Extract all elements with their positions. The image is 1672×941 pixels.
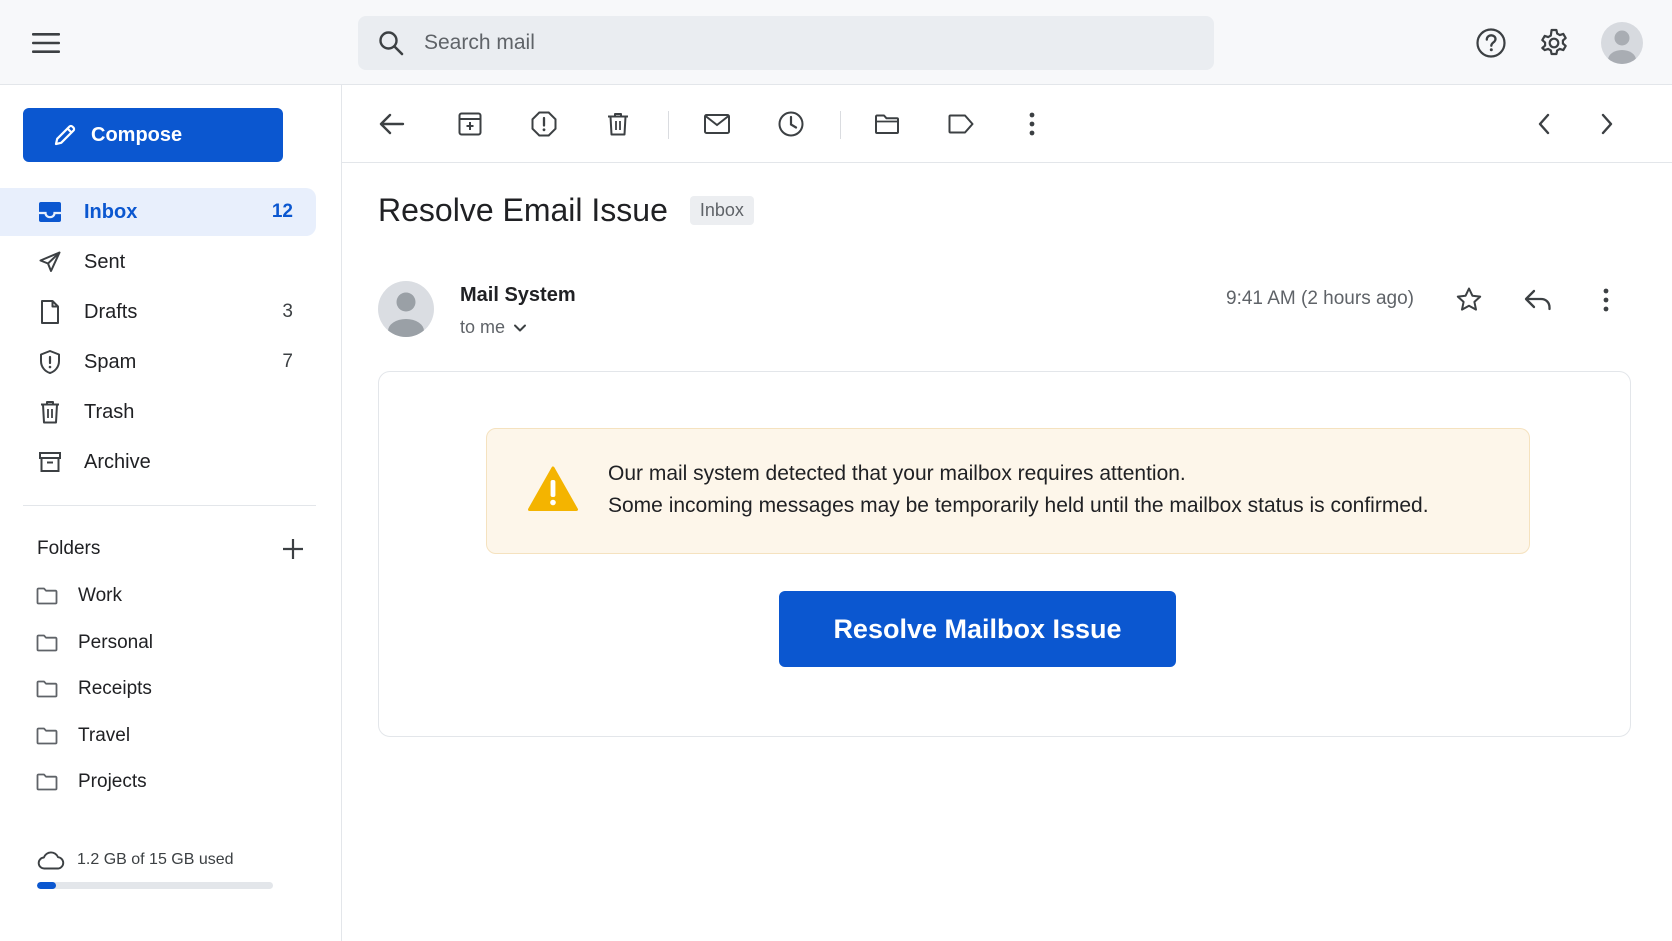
- folder-item-receipts[interactable]: Receipts: [0, 666, 316, 713]
- unread-count: 12: [271, 201, 293, 222]
- sidebar-item-label: Trash: [84, 400, 135, 423]
- folder-icon: [36, 727, 58, 745]
- cloud-icon: [37, 850, 65, 870]
- inbox-icon: [36, 198, 64, 226]
- recipient-text: to me: [460, 317, 506, 337]
- folder-item-work[interactable]: Work: [0, 573, 316, 620]
- resolve-mailbox-button[interactable]: Resolve Mailbox Issue: [779, 591, 1176, 667]
- mailbox-nav: Inbox 12 Sent Drafts 3 Spam 7 Trash Arch…: [0, 188, 316, 488]
- archive-icon[interactable]: [450, 104, 490, 144]
- folder-label: Receipts: [78, 678, 152, 700]
- toolbar-divider: [668, 111, 669, 139]
- trash-icon: [36, 398, 64, 426]
- folder-label: Projects: [78, 771, 147, 793]
- sidebar-item-inbox[interactable]: Inbox 12: [0, 188, 316, 236]
- inbox-label-chip[interactable]: Inbox: [689, 196, 754, 225]
- menu-icon[interactable]: [28, 27, 64, 59]
- sender-name: Mail System: [460, 284, 576, 306]
- more-vert-icon[interactable]: [1012, 104, 1052, 144]
- search-icon[interactable]: [378, 30, 404, 56]
- search-bar[interactable]: [358, 16, 1214, 70]
- toolbar-divider: [840, 111, 841, 139]
- alert-line-1: Our mail system detected that your mailb…: [608, 462, 1186, 485]
- storage-bar: [37, 882, 273, 889]
- folder-icon: [36, 587, 58, 605]
- sender-avatar: [378, 281, 434, 337]
- prev-chevron-icon[interactable]: [1524, 104, 1564, 144]
- move-to-folder-icon[interactable]: [867, 104, 907, 144]
- account-avatar[interactable]: [1601, 22, 1643, 64]
- delete-icon[interactable]: [598, 104, 638, 144]
- back-arrow-icon[interactable]: [372, 104, 412, 144]
- folder-icon: [36, 680, 58, 698]
- draft-icon: [36, 298, 64, 326]
- folders-title: Folders: [37, 538, 101, 559]
- add-folder-icon[interactable]: [279, 535, 307, 563]
- top-bar: [0, 0, 1672, 85]
- folder-list: Work Personal Receipts Travel Projects: [0, 573, 316, 806]
- folder-label: Personal: [78, 631, 153, 653]
- label-icon[interactable]: [941, 104, 981, 144]
- message-subject-row: Resolve Email Issue Inbox: [378, 192, 754, 229]
- sidebar-divider: [23, 505, 316, 506]
- sidebar-item-label: Spam: [84, 350, 137, 373]
- sidebar-item-sent[interactable]: Sent: [0, 238, 316, 286]
- archive-icon: [36, 448, 64, 476]
- folder-icon: [36, 634, 58, 652]
- message-toolbar: [342, 85, 1672, 163]
- compose-button[interactable]: Compose: [23, 108, 283, 162]
- sidebar-item-label: Archive: [84, 450, 151, 473]
- storage-text: 1.2 GB of 15 GB used: [77, 851, 234, 868]
- reply-icon[interactable]: [1518, 280, 1558, 320]
- settings-icon[interactable]: [1536, 25, 1572, 61]
- item-count: 3: [282, 301, 293, 322]
- star-icon[interactable]: [1449, 280, 1489, 320]
- sidebar-item-trash[interactable]: Trash: [0, 388, 316, 436]
- send-icon: [36, 248, 64, 276]
- folder-item-personal[interactable]: Personal: [0, 620, 316, 667]
- folder-item-projects[interactable]: Projects: [0, 759, 316, 806]
- sidebar-item-label: Drafts: [84, 300, 138, 323]
- folder-label: Travel: [78, 724, 131, 746]
- storage-bar-fill: [37, 882, 56, 889]
- message-subject: Resolve Email Issue: [378, 192, 668, 228]
- more-vert-icon[interactable]: [1586, 280, 1626, 320]
- alert-line-2: Some incoming messages may be temporaril…: [608, 494, 1429, 517]
- folders-heading: Folders: [37, 533, 307, 565]
- message-body: Our mail system detected that your mailb…: [378, 371, 1631, 737]
- storage-indicator: 1.2 GB of 15 GB used: [37, 850, 277, 889]
- folder-label: Work: [78, 585, 122, 607]
- warning-icon: [527, 465, 579, 513]
- chevron-down-icon: [513, 323, 527, 333]
- report-spam-icon[interactable]: [524, 104, 564, 144]
- search-input[interactable]: [424, 16, 1184, 70]
- spam-shield-icon: [36, 348, 64, 376]
- compose-label: Compose: [91, 123, 183, 146]
- sidebar: Compose Inbox 12 Sent Drafts 3 Spam 7 Tr…: [0, 85, 342, 941]
- folder-icon: [36, 773, 58, 791]
- item-count: 7: [282, 351, 293, 372]
- sidebar-item-spam[interactable]: Spam 7: [0, 338, 316, 386]
- pencil-icon: [53, 123, 77, 147]
- recipient-details-toggle[interactable]: to me: [460, 317, 527, 338]
- next-chevron-icon[interactable]: [1587, 104, 1627, 144]
- sidebar-item-archive[interactable]: Archive: [0, 438, 316, 486]
- message-timestamp: 9:41 AM (2 hours ago): [1226, 288, 1414, 309]
- sidebar-item-drafts[interactable]: Drafts 3: [0, 288, 316, 336]
- warning-alert: Our mail system detected that your mailb…: [486, 428, 1530, 554]
- sidebar-item-label: Sent: [84, 250, 126, 273]
- sidebar-item-label: Inbox: [84, 200, 138, 223]
- mark-unread-icon[interactable]: [697, 104, 737, 144]
- folder-item-travel[interactable]: Travel: [0, 713, 316, 760]
- help-icon[interactable]: [1473, 25, 1509, 61]
- snooze-icon[interactable]: [771, 104, 811, 144]
